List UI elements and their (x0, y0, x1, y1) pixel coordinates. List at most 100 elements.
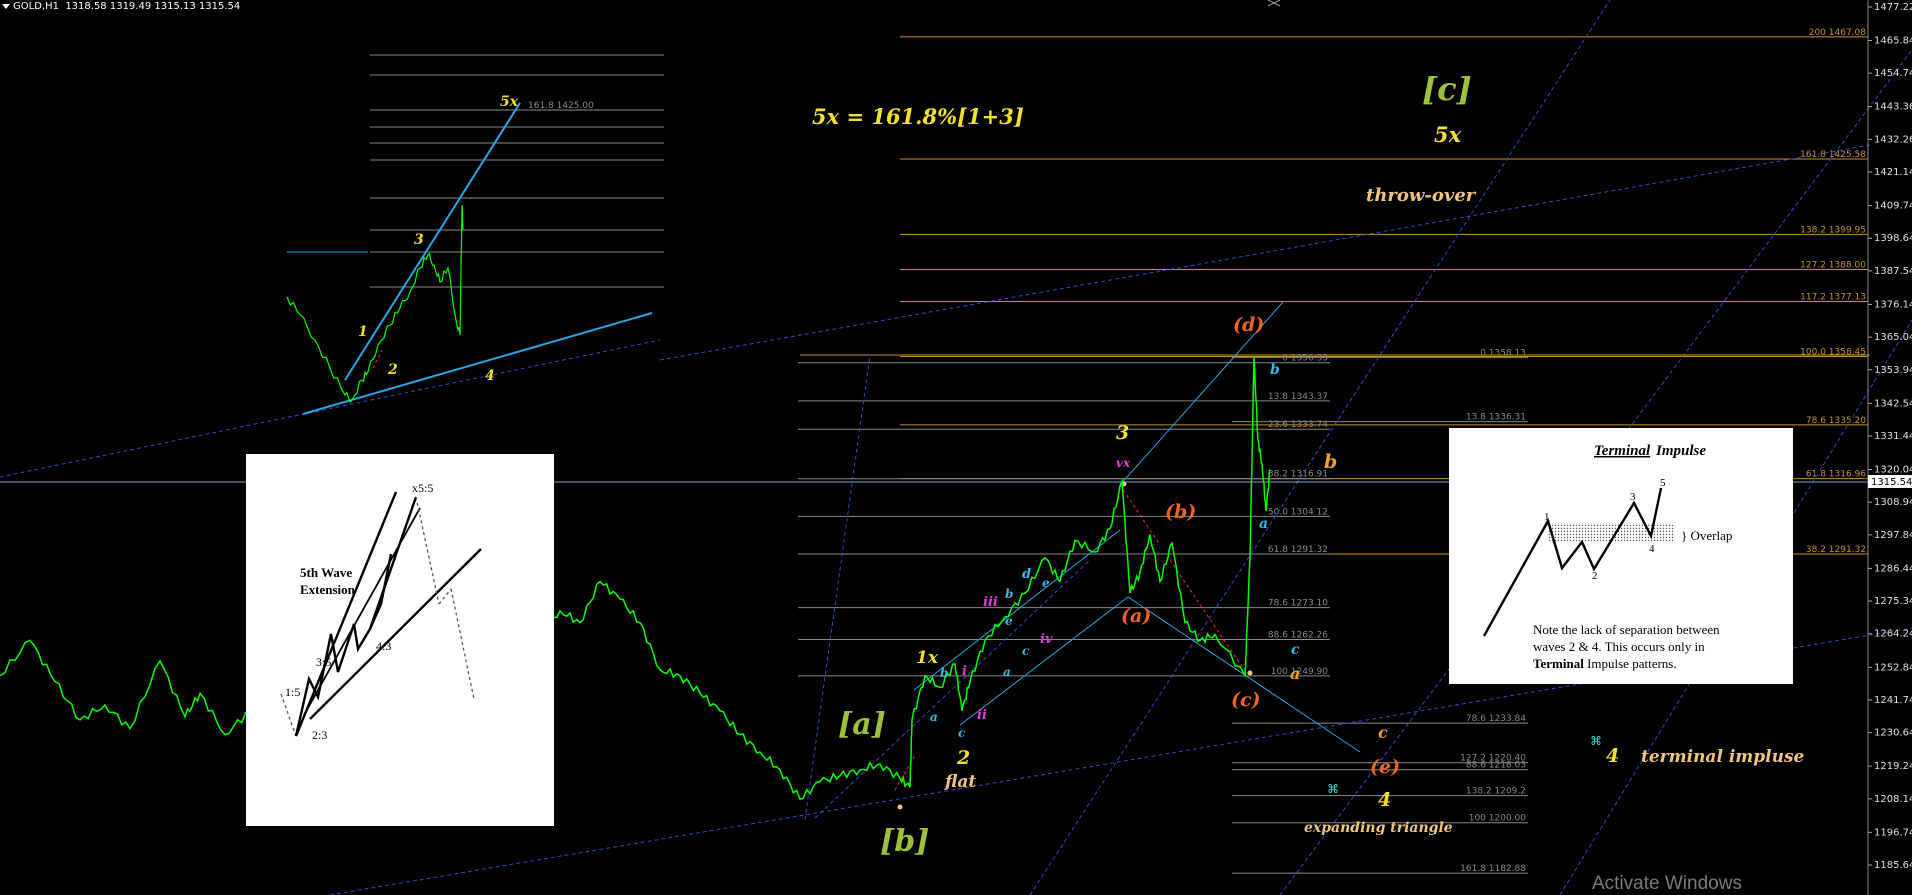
fib-level-label: 0 1358.13 (1480, 348, 1526, 358)
y-tick-label: 1342.54 (1874, 398, 1912, 409)
price-axis: 1477.22 1465.84 1454.74 1443.36 1432.26 1421.… (1867, 0, 1912, 895)
y-tick-label: 1477.22 (1874, 2, 1912, 13)
fib-level-label: 50.0 1304.12 (1268, 507, 1328, 517)
label-impulse: Impulse (1655, 443, 1706, 459)
label-a-blue: a (1259, 516, 1268, 532)
y-tick-label: 1275.34 (1874, 596, 1912, 607)
label-overlap: } Overlap (1681, 528, 1732, 543)
y-tick-label: 1196.74 (1874, 827, 1912, 838)
label-b-orange: b (1324, 451, 1337, 473)
menu-triangle-icon[interactable] (2, 3, 10, 9)
fib-level-label: 88.6 1262.26 (1268, 631, 1328, 641)
fib-level-label: 13.8 1336.31 (1466, 413, 1526, 423)
symbol-label: GOLD,H1 (13, 1, 59, 12)
label-blue-b1: b (940, 666, 948, 680)
label-inset-3: 3 (414, 232, 424, 248)
label-formula: 5x = 161.8%[1+3] (812, 104, 1024, 129)
label-note-2: waves 2 & 4. This occurs only in (1533, 639, 1705, 654)
inset-fib-levels: 161.8 1425.00 (370, 54, 664, 288)
label-2-3: 2:3 (312, 728, 327, 742)
label-inset-2: 2 (387, 362, 398, 378)
fib-level-label: 138.2 1209.2 (1466, 787, 1526, 797)
label-expanding-triangle: expanding triangle (1304, 820, 1453, 836)
fib-level-label: 100.0 1358.45 (1800, 347, 1866, 357)
y-tick-label: 1421.14 (1874, 167, 1912, 178)
y-tick-label: 1365.04 (1874, 332, 1912, 343)
label-c-big: [c] (1422, 70, 1472, 108)
fib-level-label: 13.8 1343.37 (1268, 392, 1328, 402)
label-5x-big: 5x (1434, 122, 1462, 147)
label-ti-3: 3 (1630, 491, 1636, 503)
label-i: i (962, 664, 967, 679)
label-c-blue: c (1291, 642, 1300, 658)
y-tick-label: 1454.74 (1874, 68, 1912, 79)
fib-level-label: 88.6 1218.03 (1466, 761, 1526, 771)
label-b-paren: (b) (1165, 501, 1196, 523)
fib-level-label: 78.6 1233.84 (1466, 714, 1526, 724)
svg-text:1315.54: 1315.54 (1871, 477, 1912, 488)
label-iv: iv (1040, 632, 1053, 647)
label-inset-1: 1 (358, 324, 368, 340)
label-5th-wave: 5th Wave (300, 565, 352, 580)
label-flat: flat (944, 772, 976, 792)
label-b-blue: b (1270, 362, 1280, 378)
y-tick-label: 1331.44 (1874, 431, 1912, 442)
fib-level-label: 117.2 1377.13 (1800, 293, 1866, 303)
label-e-paren: (e) (1370, 756, 1400, 778)
label-blue-a2: a (1003, 665, 1011, 679)
label-3: 3 (1116, 422, 1129, 444)
fib-level-label: 38.2 1316.91 (1268, 470, 1328, 480)
label-iii: iii (983, 595, 998, 610)
label-note-3-bold: Terminal (1533, 656, 1584, 671)
inset-5th-wave-extension: 5th Wave Extension 1:5 2:3 3:5 4:3 x5:5 (246, 454, 554, 826)
label-blue-e1: e (1005, 614, 1013, 628)
label-vx: vx (1116, 456, 1131, 470)
y-tick-label: 1398.64 (1874, 233, 1912, 244)
y-tick-label: 1230.64 (1874, 728, 1912, 739)
label-blue-a1: a (930, 710, 938, 724)
label-ti-1: 1 (1544, 511, 1550, 523)
chart-header: GOLD,H1 1318.58 1319.49 1315.13 1315.54 (2, 1, 240, 12)
y-tick-label: 1353.94 (1874, 365, 1912, 376)
label-blue-c2: c (1022, 644, 1030, 658)
y-tick-label: 1465.84 (1874, 35, 1912, 46)
fib-level-label: 38.2 1291.32 (1806, 545, 1866, 555)
ohlc-values: 1318.58 1319.49 1315.13 1315.54 (65, 1, 241, 12)
inset-gold-mini-chart: 161.8 1425.00 (286, 54, 664, 415)
fib-level-label: 78.6 1335.20 (1806, 416, 1866, 426)
y-tick-label: 1308.94 (1874, 497, 1912, 508)
inset-terminal-impulse: Terminal Impulse 1 2 3 4 5 } Overlap Not… (1449, 428, 1793, 684)
label-4: 4 (1378, 789, 1391, 811)
label-terminal-impulse: terminal impluse (1641, 747, 1805, 767)
label-b-square: [b] (880, 824, 929, 859)
label-inset-4: 4 (485, 368, 495, 384)
label-2: 2 (956, 747, 970, 769)
y-tick-label: 1264.24 (1874, 629, 1912, 640)
label-extension: Extension (300, 582, 356, 597)
label-1x: 1x (916, 648, 939, 668)
label-note-3: Terminal Impulse patterns. (1533, 656, 1677, 671)
label-a-paren: (a) (1121, 605, 1151, 627)
label-ti-star: ⌘ (1590, 734, 1602, 748)
y-tick-label: 1252.84 (1874, 662, 1912, 673)
label-4-3: 4:3 (376, 639, 391, 653)
y-tick-label: 1208.14 (1874, 794, 1912, 805)
current-price-marker: 1315.54 (1868, 475, 1912, 488)
y-tick-label: 1185.64 (1874, 860, 1912, 871)
fib-level-label: 127.2 1388.00 (1800, 261, 1866, 271)
y-tick-label: 1320.04 (1874, 465, 1912, 476)
fib-level-label: 200 1467.08 (1809, 28, 1867, 38)
label-a-orange: a (1290, 664, 1300, 683)
price-line (0, 357, 1271, 801)
y-tick-label: 1387.54 (1874, 266, 1912, 277)
label-note-1: Note the lack of separation between (1533, 622, 1720, 637)
fib-level-label: 78.6 1273.10 (1268, 599, 1328, 609)
label-c-orange: c (1378, 723, 1388, 742)
label-terminal: Terminal (1594, 443, 1651, 459)
label-blue-c1: c (958, 726, 966, 740)
y-tick-label: 1241.74 (1874, 695, 1912, 706)
label-blue-b2: b (1005, 587, 1013, 601)
fib-level-label: 61.8 1316.96 (1806, 470, 1866, 480)
label-ti-4: 4 (1649, 543, 1655, 555)
activate-windows-watermark: Activate Windows (1592, 873, 1742, 894)
